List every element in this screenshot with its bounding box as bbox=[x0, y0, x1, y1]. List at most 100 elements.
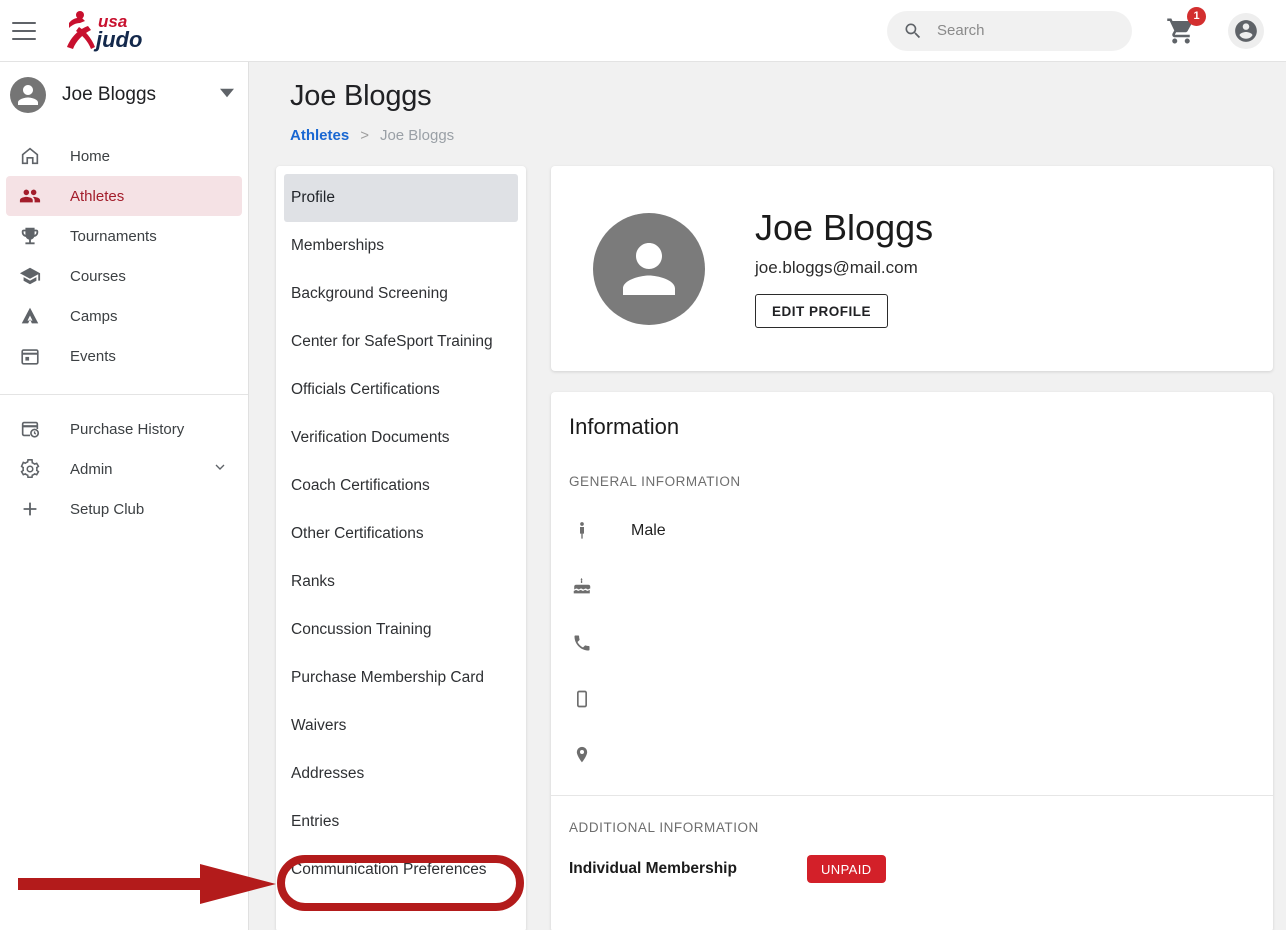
search-box[interactable] bbox=[887, 10, 1132, 51]
tab-label: Entries bbox=[291, 813, 340, 830]
tent-icon bbox=[18, 304, 42, 328]
tab-label: Addresses bbox=[291, 765, 365, 782]
tab-ranks[interactable]: Ranks bbox=[284, 558, 518, 606]
sidebar: Joe Bloggs Home Athletes Tournaments Cou… bbox=[0, 62, 249, 930]
calendar-icon bbox=[18, 344, 42, 368]
top-app-bar: usa judo 1 bbox=[0, 0, 1286, 62]
search-input[interactable] bbox=[935, 21, 1116, 40]
graduation-cap-icon bbox=[18, 264, 42, 288]
info-row-address bbox=[551, 727, 1273, 783]
sidebar-user-name: Joe Bloggs bbox=[62, 84, 157, 105]
svg-text:judo: judo bbox=[93, 27, 142, 52]
sidebar-divider bbox=[0, 394, 248, 395]
tab-label: Concussion Training bbox=[291, 621, 432, 638]
tab-coach-certifications[interactable]: Coach Certifications bbox=[284, 462, 518, 510]
sidebar-item-home[interactable]: Home bbox=[6, 136, 242, 176]
person-avatar-icon bbox=[623, 242, 675, 295]
sidebar-item-label: Athletes bbox=[70, 187, 125, 205]
tab-communication-preferences[interactable]: Communication Preferences bbox=[284, 846, 518, 894]
sidebar-item-athletes[interactable]: Athletes bbox=[6, 176, 242, 216]
tab-verification-documents[interactable]: Verification Documents bbox=[284, 414, 518, 462]
sidebar-item-label: Tournaments bbox=[70, 227, 157, 245]
profile-summary-card: Joe Bloggs joe.bloggs@mail.com EDIT PROF… bbox=[551, 166, 1273, 371]
breadcrumb-link-athletes[interactable]: Athletes bbox=[290, 127, 349, 144]
profile-info: Joe Bloggs joe.bloggs@mail.com EDIT PROF… bbox=[755, 206, 934, 329]
tab-label: Coach Certifications bbox=[291, 477, 430, 494]
information-card: Information GENERAL INFORMATION Male ADD… bbox=[551, 392, 1273, 930]
tab-label: Other Certifications bbox=[291, 525, 424, 542]
receipt-history-icon bbox=[18, 417, 42, 441]
tab-officials-certifications[interactable]: Officials Certifications bbox=[284, 366, 518, 414]
tab-label: Waivers bbox=[291, 717, 347, 734]
home-icon bbox=[18, 144, 42, 168]
sidebar-item-label: Courses bbox=[70, 267, 126, 285]
tab-purchase-membership-card[interactable]: Purchase Membership Card bbox=[284, 654, 518, 702]
edit-profile-button[interactable]: EDIT PROFILE bbox=[755, 294, 889, 329]
info-row-birthday bbox=[551, 559, 1273, 615]
general-information-rows: Male bbox=[551, 489, 1273, 783]
account-button[interactable] bbox=[1228, 12, 1264, 49]
sidebar-item-setup-club[interactable]: Setup Club bbox=[6, 489, 242, 529]
sidebar-item-admin[interactable]: Admin bbox=[6, 449, 242, 489]
caret-down-icon[interactable] bbox=[220, 86, 234, 105]
membership-label: Individual Membership bbox=[569, 860, 737, 877]
main-content: Joe Bloggs Athletes > Joe Bloggs Profile… bbox=[249, 62, 1286, 930]
phone-icon bbox=[569, 630, 595, 656]
tab-entries[interactable]: Entries bbox=[284, 798, 518, 846]
trophy-icon bbox=[18, 224, 42, 248]
content-columns: Profile Memberships Background Screening… bbox=[276, 166, 1286, 930]
hamburger-menu-icon[interactable] bbox=[12, 21, 36, 40]
additional-information-rows: Individual Membership UNPAID bbox=[551, 835, 1273, 897]
sidebar-item-label: Camps bbox=[70, 307, 118, 325]
info-value-gender: Male bbox=[631, 522, 666, 539]
profile-email: joe.bloggs@mail.com bbox=[755, 258, 918, 278]
information-title: Information bbox=[569, 414, 680, 439]
sidebar-item-purchase-history[interactable]: Purchase History bbox=[6, 409, 242, 449]
breadcrumb-separator: > bbox=[360, 127, 369, 144]
tab-label: Ranks bbox=[291, 573, 335, 590]
person-avatar-icon bbox=[18, 85, 38, 105]
info-row-gender: Male bbox=[551, 503, 1273, 559]
sidebar-user-switcher[interactable]: Joe Bloggs bbox=[0, 62, 248, 128]
info-row-phone bbox=[551, 615, 1273, 671]
shopping-cart-button[interactable]: 1 bbox=[1166, 6, 1206, 46]
mobile-phone-icon bbox=[569, 686, 595, 712]
tab-center-for-safesport-training[interactable]: Center for SafeSport Training bbox=[284, 318, 518, 366]
tab-concussion-training[interactable]: Concussion Training bbox=[284, 606, 518, 654]
sidebar-item-events[interactable]: Events bbox=[6, 336, 242, 376]
usa-judo-logo[interactable]: usa judo bbox=[63, 9, 153, 53]
sidebar-item-label: Purchase History bbox=[70, 420, 185, 438]
tab-memberships[interactable]: Memberships bbox=[284, 222, 518, 270]
tab-other-certifications[interactable]: Other Certifications bbox=[284, 510, 518, 558]
tab-label: Background Screening bbox=[291, 285, 448, 302]
sidebar-item-camps[interactable]: Camps bbox=[6, 296, 242, 336]
tab-label: Officials Certifications bbox=[291, 381, 440, 398]
profile-tab-list: Profile Memberships Background Screening… bbox=[276, 166, 526, 930]
sidebar-item-label: Setup Club bbox=[70, 500, 145, 518]
person-standing-icon bbox=[569, 518, 595, 544]
sidebar-item-label: Events bbox=[70, 347, 116, 365]
tab-addresses[interactable]: Addresses bbox=[284, 750, 518, 798]
tab-profile[interactable]: Profile bbox=[284, 174, 518, 222]
breadcrumb: Athletes > Joe Bloggs bbox=[290, 127, 1286, 144]
tab-label: Communication Preferences bbox=[291, 861, 487, 878]
account-circle-icon bbox=[1235, 19, 1257, 42]
tab-label: Memberships bbox=[291, 237, 385, 254]
tab-background-screening[interactable]: Background Screening bbox=[284, 270, 518, 318]
profile-name: Joe Bloggs bbox=[755, 206, 934, 248]
info-row-mobile bbox=[551, 671, 1273, 727]
sidebar-item-tournaments[interactable]: Tournaments bbox=[6, 216, 242, 256]
gear-icon bbox=[18, 457, 42, 481]
additional-information-label: ADDITIONAL INFORMATION bbox=[569, 820, 759, 835]
location-pin-icon bbox=[569, 742, 595, 768]
app-root: usa judo 1 bbox=[0, 0, 1286, 930]
tab-waivers[interactable]: Waivers bbox=[284, 702, 518, 750]
tab-label: Center for SafeSport Training bbox=[291, 333, 493, 350]
tab-label: Verification Documents bbox=[291, 429, 450, 446]
sidebar-item-courses[interactable]: Courses bbox=[6, 256, 242, 296]
chevron-down-icon[interactable] bbox=[212, 459, 228, 480]
page-title: Joe Bloggs bbox=[290, 80, 432, 112]
plus-icon bbox=[18, 497, 42, 521]
avatar bbox=[10, 77, 46, 113]
breadcrumb-current: Joe Bloggs bbox=[379, 127, 455, 144]
